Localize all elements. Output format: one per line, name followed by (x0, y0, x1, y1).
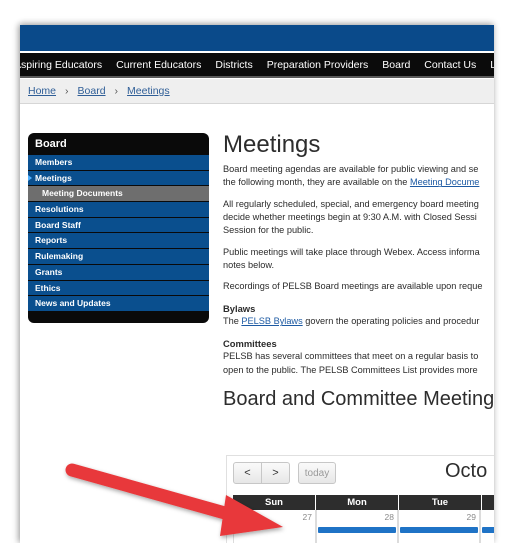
meetings-calendar: < > today Octo Sun Mon Tue 27 28 29 (226, 455, 494, 543)
breadcrumb-separator: › (114, 85, 119, 97)
calendar-day-cell[interactable]: 28 (316, 510, 398, 543)
sidebar-item-label: Meetings (35, 172, 72, 183)
sidebar-title: Board (35, 138, 67, 150)
day-header-wed (482, 495, 494, 510)
calendar-event[interactable] (482, 527, 494, 533)
nav-preparation-providers[interactable]: Preparation Providers (260, 59, 376, 71)
text-line: The (223, 316, 242, 327)
pelsb-bylaws-link[interactable]: PELSB Bylaws (241, 316, 302, 326)
sidebar-item-ethics[interactable]: Ethics (28, 280, 209, 297)
browser-page: Aspiring Educators Current Educators Dis… (20, 25, 494, 543)
calendar-month-title: Octo (445, 460, 488, 482)
sidebar-item-grants[interactable]: Grants (28, 264, 209, 281)
sidebar-item-reports[interactable]: Reports (28, 233, 209, 250)
text-line: All regularly scheduled, special, and em… (223, 198, 479, 209)
main-navigation: Aspiring Educators Current Educators Dis… (20, 53, 494, 78)
breadcrumb-board[interactable]: Board (78, 85, 106, 97)
meeting-documents-link[interactable]: Meeting Docume (410, 177, 479, 187)
nav-licensing[interactable]: Licensing (483, 59, 494, 71)
sidebar-item-resolutions[interactable]: Resolutions (28, 202, 209, 218)
calendar-day-headers: Sun Mon Tue (233, 495, 494, 510)
breadcrumb-meetings[interactable]: Meetings (127, 85, 170, 97)
text-line: Public meetings will take place through … (223, 246, 480, 257)
sidebar-item-members[interactable]: Members (28, 155, 209, 171)
text-line: PELSB has several committees that meet o… (223, 351, 479, 362)
text-line: open to the public. The PELSB Committees… (223, 364, 478, 375)
calendar-day-cell[interactable]: 29 (398, 510, 480, 543)
day-header-tue: Tue (399, 495, 482, 510)
calendar-event[interactable] (318, 527, 396, 533)
main-content: Meetings Board meeting agendas are avail… (223, 130, 494, 413)
calendar-heading: Board and Committee Meetings : (223, 388, 494, 411)
day-header-mon: Mon (316, 495, 399, 510)
calendar-day-cell[interactable]: 27 (233, 510, 316, 543)
day-number: 29 (466, 512, 476, 522)
prev-month-button[interactable]: < (233, 462, 262, 484)
bylaws-heading: Bylaws (223, 302, 256, 314)
next-month-button[interactable]: > (262, 462, 290, 484)
sidebar-item-meetings[interactable]: Meetings (28, 170, 209, 187)
sidebar-item-rulemaking[interactable]: Rulemaking (28, 249, 209, 265)
day-number: 27 (302, 512, 312, 522)
committees-heading: Committees (223, 337, 277, 349)
schedule-paragraph: All regularly scheduled, special, and em… (223, 198, 494, 238)
text-line: govern the operating policies and proced… (302, 316, 480, 327)
nav-board[interactable]: Board (375, 59, 417, 71)
day-number: 28 (384, 512, 394, 522)
nav-current-educators[interactable]: Current Educators (109, 59, 208, 71)
breadcrumb-separator: › (65, 85, 69, 97)
nav-districts[interactable]: Districts (208, 59, 259, 71)
text-line: Session for the public. (223, 225, 314, 236)
nav-aspiring-educators[interactable]: Aspiring Educators (20, 59, 109, 71)
nav-contact-us[interactable]: Contact Us (417, 59, 483, 71)
calendar-toolbar: < > today (233, 462, 336, 484)
sidebar-item-meeting-documents[interactable]: Meeting Documents (28, 186, 209, 203)
today-button[interactable]: today (298, 462, 336, 484)
sidebar-item-board-staff[interactable]: Board Staff (28, 217, 209, 234)
site-header-bar (20, 25, 494, 51)
breadcrumb: Home › Board › Meetings (20, 79, 494, 104)
sidebar-item-news-and-updates[interactable]: News and Updates (28, 296, 209, 312)
text-line: Board meeting agendas are available for … (223, 164, 479, 174)
day-header-sun: Sun (233, 495, 316, 510)
text-line: decide whether meetings begin at 9:30 A.… (223, 212, 477, 223)
active-caret-icon (28, 174, 32, 181)
page-title: Meetings (223, 131, 321, 158)
recordings-paragraph: Recordings of PELSB Board meetings are a… (223, 281, 483, 292)
sidebar-menu: Board Members Meetings Meeting Documents… (28, 133, 209, 323)
text-line: notes below. (223, 260, 275, 271)
calendar-week-row: 27 28 29 (233, 510, 494, 543)
committees-paragraph: PELSB has several committees that meet o… (223, 350, 494, 377)
calendar-day-cell[interactable] (480, 510, 494, 543)
calendar-event[interactable] (400, 527, 478, 533)
webex-paragraph: Public meetings will take place through … (223, 246, 494, 273)
agenda-paragraph: Board meeting agendas are available for … (223, 163, 494, 190)
text-line: the following month, they are available … (223, 177, 410, 188)
breadcrumb-home[interactable]: Home (28, 85, 56, 97)
bylaws-paragraph: The PELSB Bylaws govern the operating po… (223, 315, 494, 328)
